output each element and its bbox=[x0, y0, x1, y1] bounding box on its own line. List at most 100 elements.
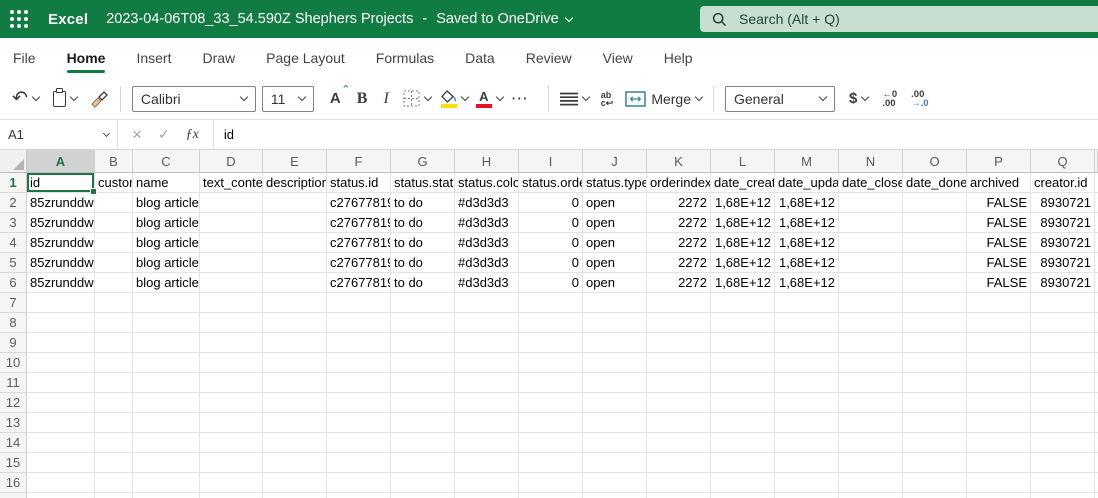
cell-E1[interactable]: description bbox=[263, 173, 327, 193]
cell-M9[interactable] bbox=[775, 333, 839, 353]
cell-C15[interactable] bbox=[133, 453, 200, 473]
cell-K[interactable] bbox=[647, 493, 711, 498]
cell-C4[interactable]: blog article bbox=[133, 233, 200, 253]
cell-D9[interactable] bbox=[200, 333, 263, 353]
cell-E2[interactable] bbox=[263, 193, 327, 213]
cell-G5[interactable]: to do bbox=[391, 253, 455, 273]
cell-C13[interactable] bbox=[133, 413, 200, 433]
cell-M8[interactable] bbox=[775, 313, 839, 333]
cell-P16[interactable] bbox=[967, 473, 1031, 493]
cell-O15[interactable] bbox=[903, 453, 967, 473]
cell-F15[interactable] bbox=[327, 453, 391, 473]
cell-C7[interactable] bbox=[133, 293, 200, 313]
cell-A[interactable] bbox=[27, 493, 95, 498]
menu-draw[interactable]: Draw bbox=[202, 38, 235, 78]
cell-L12[interactable] bbox=[711, 393, 775, 413]
column-header-N[interactable]: N bbox=[839, 150, 903, 173]
cell-P4[interactable]: FALSE bbox=[967, 233, 1031, 253]
menu-page-layout[interactable]: Page Layout bbox=[266, 38, 345, 78]
column-header-C[interactable]: C bbox=[133, 150, 200, 173]
menu-file[interactable]: File bbox=[13, 38, 36, 78]
cell-I7[interactable] bbox=[519, 293, 583, 313]
menu-formulas[interactable]: Formulas bbox=[376, 38, 434, 78]
cell-K10[interactable] bbox=[647, 353, 711, 373]
cell-N3[interactable] bbox=[839, 213, 903, 233]
cell-N2[interactable] bbox=[839, 193, 903, 213]
cell-K14[interactable] bbox=[647, 433, 711, 453]
cell-A13[interactable] bbox=[27, 413, 95, 433]
cell-L4[interactable]: 1,68E+12 bbox=[711, 233, 775, 253]
cell-D12[interactable] bbox=[200, 393, 263, 413]
cell-H10[interactable] bbox=[455, 353, 519, 373]
cell-J1[interactable]: status.type bbox=[583, 173, 647, 193]
cell-C12[interactable] bbox=[133, 393, 200, 413]
cell-L8[interactable] bbox=[711, 313, 775, 333]
cell-I16[interactable] bbox=[519, 473, 583, 493]
cell-B5[interactable] bbox=[95, 253, 133, 273]
cell-M7[interactable] bbox=[775, 293, 839, 313]
row-header-9[interactable]: 9 bbox=[0, 333, 27, 353]
cell-O8[interactable] bbox=[903, 313, 967, 333]
cell-A10[interactable] bbox=[27, 353, 95, 373]
cell-P5[interactable]: FALSE bbox=[967, 253, 1031, 273]
cell-G13[interactable] bbox=[391, 413, 455, 433]
cell-D11[interactable] bbox=[200, 373, 263, 393]
cell-M16[interactable] bbox=[775, 473, 839, 493]
cell-P1[interactable]: archived bbox=[967, 173, 1031, 193]
cell-F[interactable] bbox=[327, 493, 391, 498]
cell-Q1[interactable]: creator.id bbox=[1031, 173, 1095, 193]
cell-P8[interactable] bbox=[967, 313, 1031, 333]
cell-L5[interactable]: 1,68E+12 bbox=[711, 253, 775, 273]
cell-O6[interactable] bbox=[903, 273, 967, 293]
cell-P10[interactable] bbox=[967, 353, 1031, 373]
cell-P14[interactable] bbox=[967, 433, 1031, 453]
cell-J5[interactable]: open bbox=[583, 253, 647, 273]
cell-G2[interactable]: to do bbox=[391, 193, 455, 213]
borders-button[interactable] bbox=[403, 90, 433, 107]
cell-I8[interactable] bbox=[519, 313, 583, 333]
cell-I5[interactable]: 0 bbox=[519, 253, 583, 273]
cell-N15[interactable] bbox=[839, 453, 903, 473]
row-header-6[interactable]: 6 bbox=[0, 273, 27, 293]
cell-C11[interactable] bbox=[133, 373, 200, 393]
cell-E5[interactable] bbox=[263, 253, 327, 273]
cell-M6[interactable]: 1,68E+12 bbox=[775, 273, 839, 293]
column-header-G[interactable]: G bbox=[391, 150, 455, 173]
cell-F13[interactable] bbox=[327, 413, 391, 433]
font-size-dropdown[interactable]: 11 bbox=[261, 85, 314, 112]
cell-D6[interactable] bbox=[200, 273, 263, 293]
cell-E4[interactable] bbox=[263, 233, 327, 253]
cell-J11[interactable] bbox=[583, 373, 647, 393]
cell-G3[interactable]: to do bbox=[391, 213, 455, 233]
cell-D8[interactable] bbox=[200, 313, 263, 333]
cell-C10[interactable] bbox=[133, 353, 200, 373]
bold-button[interactable]: B bbox=[357, 90, 368, 108]
cell-L14[interactable] bbox=[711, 433, 775, 453]
cell-H7[interactable] bbox=[455, 293, 519, 313]
name-box[interactable]: A1 bbox=[0, 120, 118, 149]
cell-B6[interactable] bbox=[95, 273, 133, 293]
cell-G10[interactable] bbox=[391, 353, 455, 373]
cell-H11[interactable] bbox=[455, 373, 519, 393]
app-launcher-icon[interactable] bbox=[10, 10, 28, 28]
cell-G16[interactable] bbox=[391, 473, 455, 493]
cell-E16[interactable] bbox=[263, 473, 327, 493]
cell-K6[interactable]: 2272 bbox=[647, 273, 711, 293]
cell-C9[interactable] bbox=[133, 333, 200, 353]
cell-Q5[interactable]: 8930721 bbox=[1031, 253, 1095, 273]
cell-H5[interactable]: #d3d3d3 bbox=[455, 253, 519, 273]
cell-N7[interactable] bbox=[839, 293, 903, 313]
cell-K2[interactable]: 2272 bbox=[647, 193, 711, 213]
format-painter-button[interactable] bbox=[89, 89, 109, 109]
cell-Q7[interactable] bbox=[1031, 293, 1095, 313]
cell-D2[interactable] bbox=[200, 193, 263, 213]
cell-H12[interactable] bbox=[455, 393, 519, 413]
cell-B4[interactable] bbox=[95, 233, 133, 253]
cell-E13[interactable] bbox=[263, 413, 327, 433]
cell-J15[interactable] bbox=[583, 453, 647, 473]
cell-D13[interactable] bbox=[200, 413, 263, 433]
cell-B10[interactable] bbox=[95, 353, 133, 373]
cell-Q3[interactable]: 8930721 bbox=[1031, 213, 1095, 233]
cell-E[interactable] bbox=[263, 493, 327, 498]
cell-D5[interactable] bbox=[200, 253, 263, 273]
